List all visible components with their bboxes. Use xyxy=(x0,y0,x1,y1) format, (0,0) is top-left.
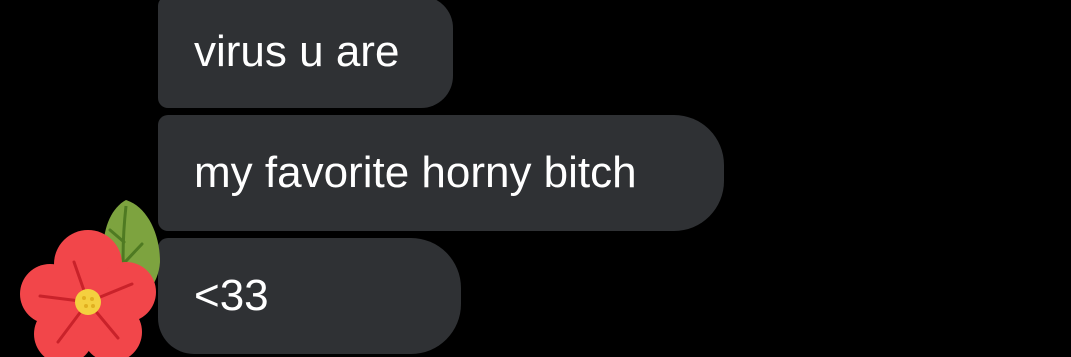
message-bubble[interactable]: virus u are xyxy=(158,0,453,108)
message-bubble[interactable]: my favorite horny bitch xyxy=(158,115,724,231)
message-text: <33 xyxy=(194,271,269,320)
message-bubble[interactable]: <33 xyxy=(158,238,461,354)
message-text: virus u are xyxy=(194,27,400,76)
chat-thread: virus u are my favorite horny bitch <33 xyxy=(0,0,1071,357)
message-text: my favorite horny bitch xyxy=(194,148,637,197)
flower-sticker-icon[interactable] xyxy=(14,192,166,357)
